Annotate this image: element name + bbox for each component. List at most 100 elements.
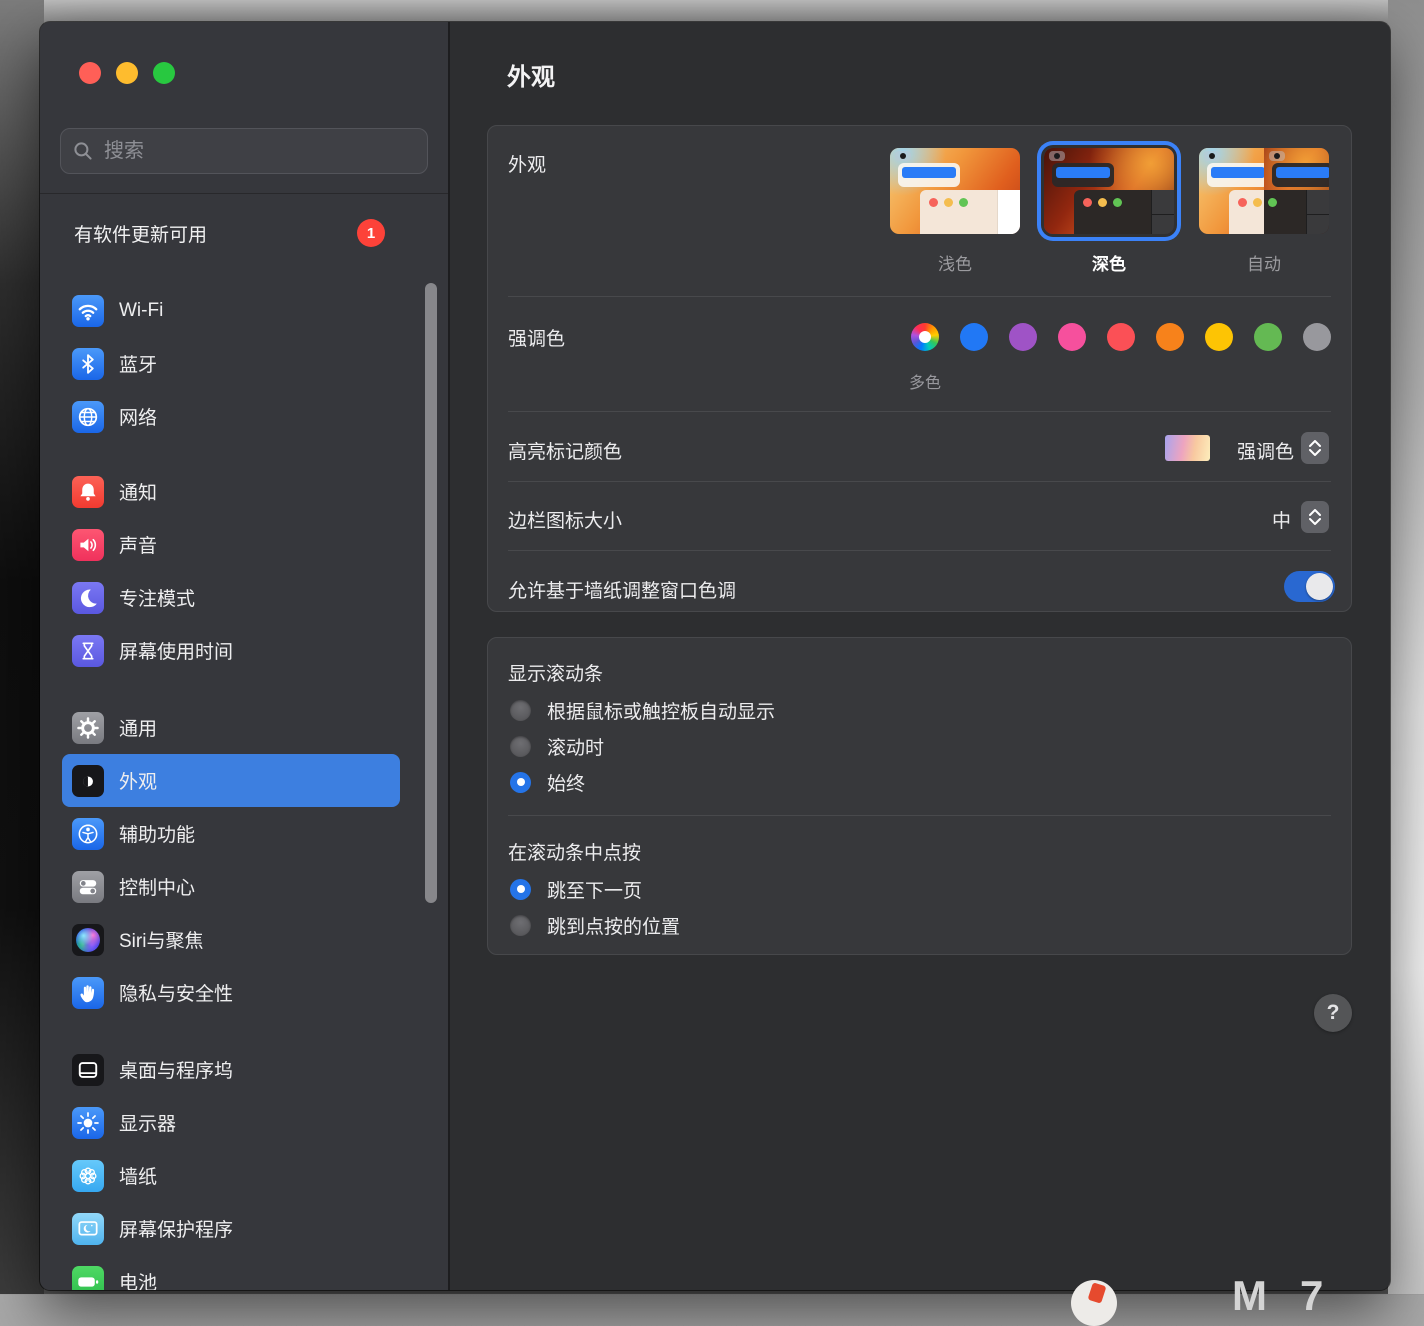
sidebar-size-stepper[interactable] [1301, 501, 1329, 533]
radio-jump-to-spot[interactable]: 跳到点按的位置 [510, 913, 680, 937]
zoom-button[interactable] [153, 62, 175, 84]
radio-icon[interactable] [510, 736, 531, 757]
sidebar-item-label: Wi-Fi [119, 300, 163, 322]
sidebar-item-privacy[interactable]: 隐私与安全性 [62, 966, 400, 1019]
bluetooth-icon [72, 348, 104, 380]
sidebar-item-accessibility[interactable]: 辅助功能 [62, 807, 400, 860]
appearance-option-light[interactable]: 浅色 [890, 148, 1020, 275]
radio-label: 跳到点按的位置 [547, 912, 680, 939]
scrollbar-settings-card: 显示滚动条 根据鼠标或触控板自动显示 滚动时 始终 在滚动条中点按 跳至下一页 [487, 637, 1352, 955]
sidebar-item-battery[interactable]: 电池 [62, 1255, 400, 1290]
light-mode-thumbnail[interactable] [890, 148, 1020, 234]
globe-icon [72, 401, 104, 433]
sidebar-size-value: 中 [1272, 506, 1291, 533]
sidebar-item-general[interactable]: 通用 [62, 701, 400, 754]
radio-icon[interactable] [510, 700, 531, 721]
sidebar-item-label: 辅助功能 [119, 820, 195, 847]
accent-swatch-purple[interactable] [1009, 323, 1037, 351]
sidebar-item-control-center[interactable]: 控制中心 [62, 860, 400, 913]
apple-logo-icon [895, 151, 911, 161]
light-mode-label: 浅色 [890, 250, 1020, 275]
software-update-row[interactable]: 有软件更新可用 1 [40, 212, 448, 254]
apple-logo-icon [1049, 151, 1065, 161]
update-count-badge: 1 [357, 219, 385, 247]
appearance-settings-card: 外观 浅色 [487, 125, 1352, 612]
sidebar-item-notifications[interactable]: 通知 [62, 465, 400, 518]
sidebar-divider [40, 193, 448, 194]
wallpaper-left [0, 0, 44, 1294]
auto-mode-thumbnail[interactable] [1199, 148, 1329, 234]
sidebar-item-sound[interactable]: 声音 [62, 518, 400, 571]
dark-mode-thumbnail[interactable] [1044, 148, 1174, 234]
sidebar-item-wifi[interactable]: Wi-Fi [62, 284, 400, 337]
sidebar-item-network[interactable]: 网络 [62, 390, 400, 443]
auto-mode-label: 自动 [1199, 250, 1329, 275]
search-field[interactable] [60, 128, 428, 174]
sidebar-item-label: 网络 [119, 403, 157, 430]
dock-app-icon[interactable] [1071, 1280, 1117, 1326]
flower-icon [72, 1160, 104, 1192]
row-separator [508, 815, 1331, 816]
sidebar-item-label: 通知 [119, 478, 157, 505]
accent-swatch-gray[interactable] [1303, 323, 1331, 351]
appearance-option-dark[interactable]: 深色 [1044, 148, 1174, 275]
sidebar-item-label: 外观 [119, 767, 157, 794]
radio-icon-selected[interactable] [510, 879, 531, 900]
sidebar-item-screen-time[interactable]: 屏幕使用时间 [62, 624, 400, 677]
help-button[interactable]: ? [1314, 994, 1352, 1032]
sidebar-item-displays[interactable]: 显示器 [62, 1096, 400, 1149]
show-scrollbars-heading: 显示滚动条 [508, 659, 603, 686]
sidebar-item-focus[interactable]: 专注模式 [62, 571, 400, 624]
close-button[interactable] [79, 62, 101, 84]
search-icon [73, 141, 93, 161]
accent-swatch-green[interactable] [1254, 323, 1282, 351]
sidebar-item-siri[interactable]: Siri与聚焦 [62, 913, 400, 966]
multicolor-label: 多色 [895, 369, 955, 393]
desktop-partial-letter-7: 7 [1300, 1272, 1323, 1320]
sidebar-scrollbar[interactable] [425, 283, 437, 903]
accent-swatch-red[interactable] [1107, 323, 1135, 351]
desktop-partial-letter-m: M [1232, 1272, 1267, 1320]
speaker-icon [72, 529, 104, 561]
radio-always[interactable]: 始终 [510, 770, 585, 794]
wallpaper-top [0, 0, 1424, 24]
sidebar-item-desktop-dock[interactable]: 桌面与程序坞 [62, 1043, 400, 1096]
gear-icon [72, 712, 104, 744]
accent-swatch-orange[interactable] [1156, 323, 1184, 351]
sun-icon [72, 1107, 104, 1139]
search-input[interactable] [102, 139, 415, 164]
accent-swatch-yellow[interactable] [1205, 323, 1233, 351]
desktop: { "titlebar": { "search_placeholder": "搜… [0, 0, 1424, 1294]
accent-swatch-blue[interactable] [960, 323, 988, 351]
accent-swatch-multicolor[interactable] [911, 323, 939, 351]
radio-label: 滚动时 [547, 733, 604, 760]
sidebar-item-wallpaper[interactable]: 墙纸 [62, 1149, 400, 1202]
system-settings-window: 有软件更新可用 1 Wi-Fi 蓝牙 网络 [40, 22, 1390, 1290]
dock-icon [72, 1054, 104, 1086]
radio-jump-next-page[interactable]: 跳至下一页 [510, 877, 642, 901]
sidebar-item-bluetooth[interactable]: 蓝牙 [62, 337, 400, 390]
radio-icon-selected[interactable] [510, 772, 531, 793]
highlight-row-label: 高亮标记颜色 [508, 437, 622, 464]
accent-swatch-pink[interactable] [1058, 323, 1086, 351]
wallpaper-tint-toggle[interactable] [1284, 571, 1335, 602]
sidebar-item-label: 桌面与程序坞 [119, 1056, 233, 1083]
siri-icon [72, 924, 104, 956]
highlight-stepper[interactable] [1301, 432, 1329, 464]
sidebar: 有软件更新可用 1 Wi-Fi 蓝牙 网络 [40, 22, 448, 1290]
appearance-option-auto[interactable]: 自动 [1199, 148, 1329, 275]
radio-auto-show[interactable]: 根据鼠标或触控板自动显示 [510, 698, 775, 722]
page-title: 外观 [507, 57, 555, 92]
sidebar-item-label: 隐私与安全性 [119, 979, 233, 1006]
sidebar-item-screensaver[interactable]: 屏幕保护程序 [62, 1202, 400, 1255]
sidebar-item-label: 屏幕使用时间 [119, 637, 233, 664]
row-separator [508, 411, 1331, 412]
minimize-button[interactable] [116, 62, 138, 84]
appearance-icon: ◑ [72, 765, 104, 797]
sidebar-item-label: Siri与聚焦 [119, 926, 203, 953]
radio-when-scrolling[interactable]: 滚动时 [510, 734, 604, 758]
sidebar-item-appearance[interactable]: ◑ 外观 [62, 754, 400, 807]
wifi-icon [72, 295, 104, 327]
dark-mode-preview [1044, 148, 1174, 234]
radio-icon[interactable] [510, 915, 531, 936]
